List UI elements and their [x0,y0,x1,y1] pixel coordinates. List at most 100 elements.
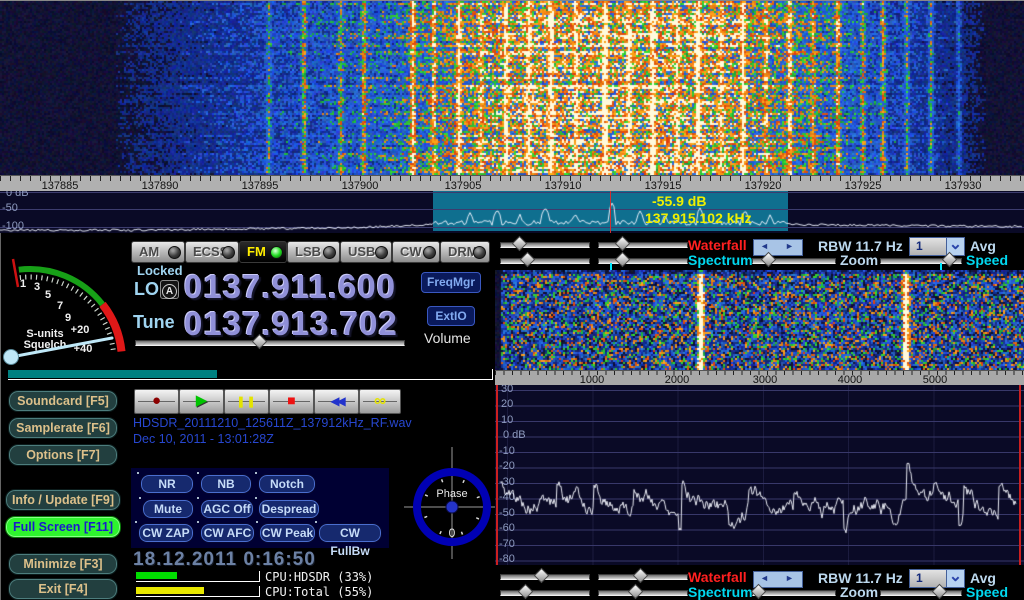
zoom-label-top: Zoom [840,252,878,268]
lo-label: LO [134,279,159,300]
smeter-scale-label: 7 [57,300,63,312]
wf-contrast-slider-top[interactable] [598,242,688,248]
lo-assign-button[interactable]: A [160,280,179,299]
exit-button[interactable]: Exit [F4] [8,578,118,600]
slider-thumb[interactable] [628,584,644,600]
notch-button[interactable]: Notch [258,474,316,494]
slider-thumb[interactable] [520,252,536,268]
smeter-scale-label: 9 [65,312,71,324]
mode-label: USB [348,244,375,259]
smeter-scale-label: 1 [20,278,26,290]
cpu-hdsdr-fill [136,572,177,579]
zoom-slider-top[interactable] [752,258,836,264]
mode-cw-button[interactable]: CW [392,241,440,263]
speed-label-top: Speed [966,252,1008,268]
avg-dropdown-top[interactable]: 1 ⌄ [909,237,965,256]
slider-thumb[interactable] [518,584,534,600]
phase-dial[interactable]: Phase 0 [404,447,500,559]
slider-thumb[interactable] [633,568,649,584]
fullscreen-button[interactable]: Full Screen [F11] [5,516,121,538]
stop-button[interactable]: ■ [269,389,314,414]
nr-button[interactable]: NR [140,474,194,494]
cpu-total-text: CPU:Total (55%) [265,585,373,599]
loop-button[interactable]: ∞ [359,389,401,414]
mode-ecss-button[interactable]: ECSS [185,241,239,263]
slider-thumb[interactable] [615,252,631,268]
sp-brightness-slider-bottom[interactable] [500,590,590,596]
zoom-waterfall[interactable] [495,270,1024,370]
zoom-spectrum[interactable]: 30 20 10 0 dB -10 -20 -30 -40 -50 -60 -7… [495,385,1024,565]
rewind-button[interactable]: ◀◀ [314,389,359,414]
mode-am-button[interactable]: AM [131,241,185,263]
soundcard-button[interactable]: Soundcard [F5] [8,390,118,412]
volume-slider[interactable] [135,340,405,346]
cursor-freq-readout: 137.915.102 kHz [645,210,752,226]
mode-usb-button[interactable]: USB [340,241,392,263]
cpu-total-bar [136,586,260,597]
scroll-left-icon[interactable]: ◄ [760,573,769,583]
waterfall-label-top: Waterfall [688,237,747,253]
hdsdr-window: 137885 137890 137895 137900 137905 13791… [0,0,1024,600]
info-update-button[interactable]: Info / Update [F9] [5,489,121,511]
smeter-scale-label: 5 [45,289,51,301]
dropdown-arrow-icon[interactable]: ⌄ [946,570,964,587]
stop-icon: ■ [287,392,295,408]
scroll-right-icon[interactable]: ► [785,573,794,583]
mode-led-icon [473,246,486,259]
mode-drm-button[interactable]: DRM [440,241,490,263]
mode-lsb-button[interactable]: LSB [287,241,340,263]
rewind-icon: ◀◀ [330,394,342,408]
freqmgr-button[interactable]: FreqMgr [421,272,481,293]
agc-button[interactable]: AGC Off [200,499,254,519]
mode-fm-button[interactable]: FM [239,241,287,263]
channel-marker-icon[interactable] [610,263,612,270]
lo-frequency-display[interactable]: 0137.911.600 [184,268,396,306]
cpu-hdsdr-bar [136,571,260,582]
slider-thumb[interactable] [615,236,631,252]
slider-thumb[interactable] [534,568,550,584]
overview-spectrum[interactable]: 0 dB -50 -100 -55.9 dB 137.915.102 kHz [0,191,1024,233]
wf-brightness-slider-top[interactable] [500,242,590,248]
samplerate-button[interactable]: Samplerate [F6] [8,417,118,439]
cw-zap-button[interactable]: CW ZAP [138,523,194,543]
cw-peak-button[interactable]: CW Peak [259,523,316,543]
wf-contrast-slider-bottom[interactable] [598,574,688,580]
slider-thumb[interactable] [512,236,528,252]
level-bar-track[interactable] [8,369,493,380]
scroll-left-icon[interactable]: ◄ [760,241,769,251]
avg-dropdown-value: 1 [916,239,923,253]
zoom-slider-bottom[interactable] [752,590,836,596]
tune-label: Tune [133,312,175,333]
extio-button[interactable]: ExtIO [427,306,475,326]
channel-marker-icon[interactable] [940,263,942,270]
wf-brightness-slider-bottom[interactable] [500,574,590,580]
lo-assign-glyph: A [162,284,177,299]
play-button[interactable]: ▶ [179,389,224,414]
local-datetime: 18.12.2011 0:16:50 [133,549,316,571]
mode-led-icon [423,246,436,259]
speed-slider-bottom[interactable] [880,590,962,596]
sp-contrast-slider-bottom[interactable] [598,590,688,596]
cw-fullbw-button[interactable]: CW FullBw [318,523,382,543]
mute-button[interactable]: Mute [142,499,194,519]
options-button[interactable]: Options [F7] [8,444,118,466]
tune-cursor-line[interactable] [610,191,611,233]
cw-afc-button[interactable]: CW AFC [200,523,255,543]
phase-label: Phase [436,488,467,500]
main-waterfall[interactable] [0,1,1024,175]
s-meter[interactable]: 1 3 5 7 9 +20 +40 S-units Squelch [2,253,128,375]
tune-frequency-display[interactable]: 0137.913.702 [184,305,398,343]
band-scrollbar-top[interactable]: ◄ ► [753,239,803,256]
despread-button[interactable]: Despread [258,499,320,519]
phase-value: 0 [449,526,456,540]
zoom-spectrum-trace [495,385,1024,565]
sp-brightness-slider-top[interactable] [500,258,590,264]
zoom-frequency-ruler[interactable]: 1000 2000 3000 4000 5000 [495,370,1024,386]
main-frequency-ruler[interactable]: 137885 137890 137895 137900 137905 13791… [0,175,1024,192]
speed-slider-top[interactable] [880,258,962,264]
pause-button[interactable]: ❚❚ [224,389,269,414]
scroll-right-icon[interactable]: ► [785,241,794,251]
record-button[interactable]: ● [134,389,179,414]
minimize-button[interactable]: Minimize [F3] [8,553,118,575]
nb-button[interactable]: NB [200,474,252,494]
